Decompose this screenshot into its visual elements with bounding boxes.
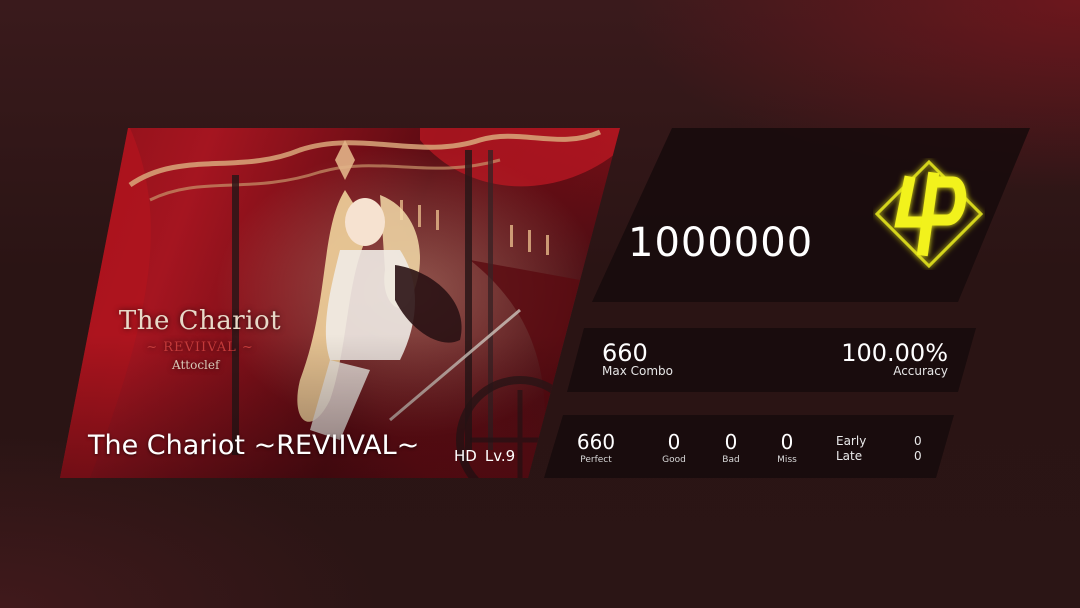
jacket-logo-title: The Chariot	[118, 306, 282, 336]
result-screen: The Chariot ~ REVIIVAL ~ Attoclef The Ch…	[0, 0, 1080, 608]
judgement-value: 0	[667, 430, 681, 454]
difficulty-label: HD	[454, 447, 477, 465]
late-label: Late	[836, 449, 863, 463]
judgement-label: Bad	[722, 455, 740, 465]
early-value: 0	[914, 434, 922, 448]
judgement-bad: 0 Bad	[709, 431, 753, 465]
max-combo-label: Max Combo	[602, 364, 673, 378]
judgement-value: 660	[576, 430, 616, 454]
early-label: Early	[836, 434, 867, 448]
judgement-perfect: 660 Perfect	[566, 431, 626, 465]
judgement-value: 0	[780, 430, 794, 454]
judgement-label: Good	[662, 455, 686, 465]
judgement-label: Perfect	[580, 455, 612, 465]
jacket-logo: The Chariot ~ REVIIVAL ~ Attoclef	[112, 306, 288, 372]
song-title: The Chariot ~REVIIVAL~	[88, 430, 420, 461]
judgement-value: 0	[724, 430, 738, 454]
jacket-shade	[60, 128, 620, 478]
phi-rank-icon	[874, 159, 984, 269]
jacket-logo-subtitle: ~ REVIIVAL ~	[146, 340, 254, 355]
accuracy-value: 100.00%	[841, 339, 948, 367]
judgement-good: 0 Good	[652, 431, 696, 465]
late-value: 0	[914, 449, 922, 463]
judgement-label: Miss	[777, 455, 797, 465]
score-value: 1000000	[628, 220, 814, 266]
accuracy-label: Accuracy	[893, 364, 948, 378]
difficulty-level: Lv.9	[484, 447, 516, 465]
song-difficulty: HD Lv.9	[454, 447, 515, 465]
judgement-miss: 0 Miss	[765, 431, 809, 465]
jacket-logo-artist: Attoclef	[172, 358, 220, 372]
max-combo-value: 660	[602, 339, 648, 367]
